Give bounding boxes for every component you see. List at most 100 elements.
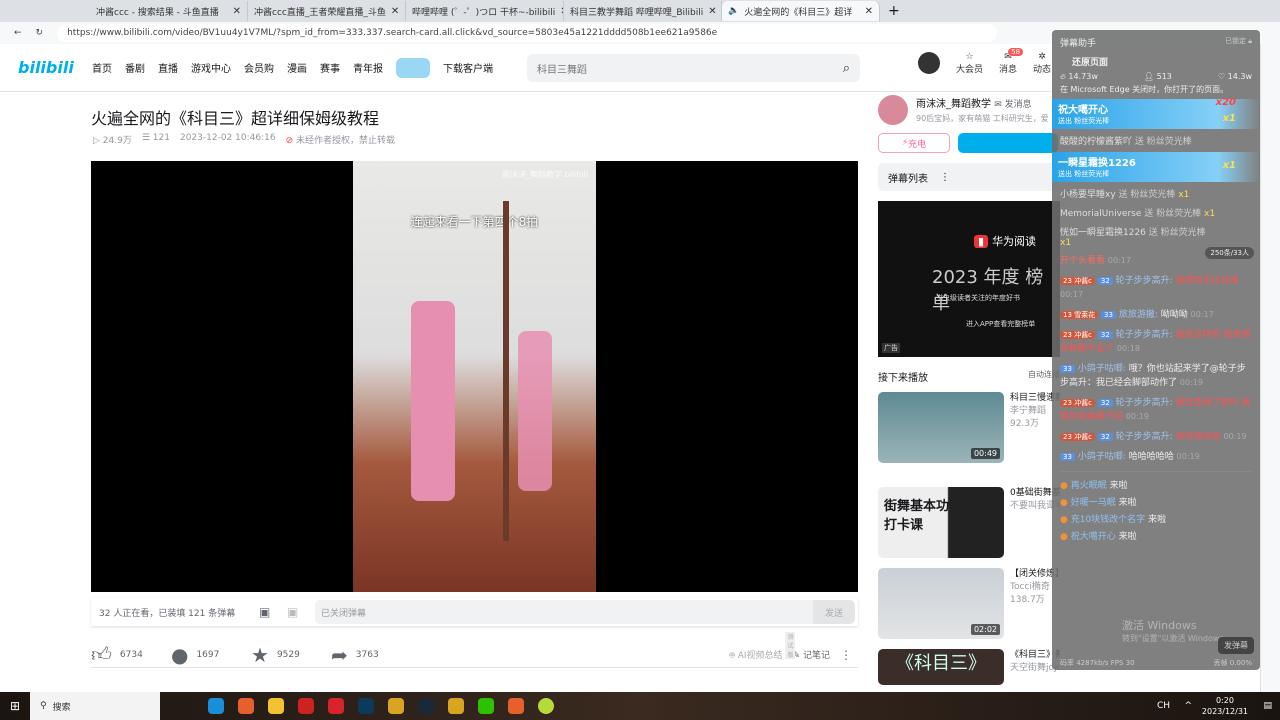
- nav-match[interactable]: 赛事: [320, 60, 340, 75]
- close-tab-icon[interactable]: ✕: [391, 6, 399, 17]
- back-icon[interactable]: ←: [14, 28, 22, 38]
- chat-text: 哈哈哈哈哈: [1128, 452, 1174, 462]
- video-player[interactable]: 雨沫沫_舞蹈教学 bilibili 连起来看一下第四个8拍: [91, 161, 858, 592]
- url-field[interactable]: https://www.bilibili.com/video/BV1uu4y1V…: [57, 24, 998, 42]
- chat-username: 小鸽子咕唧:: [1077, 452, 1126, 462]
- watermark: 雨沫沫_舞蹈教学 bilibili: [501, 170, 588, 179]
- charge-button[interactable]: ⚡ 充电: [878, 133, 950, 153]
- thumbs-up-icon: 👍︎: [91, 642, 112, 666]
- folder-icon[interactable]: [268, 698, 284, 714]
- refresh-icon[interactable]: ↻: [36, 28, 44, 38]
- nav-home[interactable]: 首页: [92, 60, 112, 75]
- chat-message: 33 小鸽子咕唧: 哈哈哈哈哈 00:19: [1052, 447, 1260, 467]
- user-level-badge: 23 冲酱c: [1060, 399, 1095, 407]
- windows-start-icon[interactable]: ⊞: [10, 699, 20, 713]
- taskbar-search[interactable]: ⚲ 搜索: [30, 692, 160, 720]
- more-icon[interactable]: ⋮: [940, 172, 950, 183]
- netease-music-icon[interactable]: [328, 698, 344, 714]
- ad-sub: 书虫级读者关注的年度好书: [936, 294, 1020, 302]
- bilibili-logo[interactable]: bilibili: [18, 58, 78, 77]
- nav-download[interactable]: 下载客户端: [443, 60, 493, 75]
- browser-tab[interactable]: 哔哩哔哩 (゜-゜)つロ 干杯~-bilibili✕: [406, 1, 564, 21]
- app-icon[interactable]: [508, 698, 524, 714]
- search-input[interactable]: 科目三舞蹈 ⌕: [527, 54, 860, 82]
- send-danmaku-button[interactable]: 发送: [813, 600, 855, 624]
- message-button[interactable]: ✉ 发消息: [994, 100, 1031, 110]
- share-button[interactable]: ➦ 3763: [331, 643, 401, 667]
- ime-indicator[interactable]: CH: [1157, 701, 1170, 711]
- chat-message: 23 冲酱c 32 轮子步步高升: 我在查询了资料 我感觉我像看不到 00:19: [1052, 393, 1260, 427]
- video-thumbnail[interactable]: 街舞基本功 打卡课: [878, 487, 1004, 558]
- app-icon[interactable]: [358, 698, 374, 714]
- chat-time: 00:19: [1125, 412, 1149, 421]
- video-frame: 雨沫沫_舞蹈教学 bilibili 连起来看一下第四个8拍: [353, 161, 596, 592]
- recommended-video[interactable]: 00:49科目三慢速教学，一遍就会，快学起来李宁舞蹈92.3万: [878, 392, 1060, 463]
- notes-button[interactable]: ✎ 记笔记: [793, 648, 830, 661]
- edge-app-icon[interactable]: [208, 698, 224, 714]
- notification-icon[interactable]: ▤: [1263, 701, 1272, 711]
- coin-button[interactable]: ● 1697: [171, 643, 241, 667]
- share-arrow-icon: ➦: [331, 642, 348, 667]
- publish-date: 2023-12-02 10:46:16: [179, 133, 276, 143]
- entry-icon: ●: [1060, 481, 1068, 491]
- chat-message: 33 小鸽子咕唧: 哦？你也站起来学了@轮子步步高升：我已经会脚部动作了 00:…: [1052, 359, 1260, 393]
- panel-title: 弹幕助手: [1060, 39, 1097, 49]
- entry-messages: ● 再火眠眠 来啦 ● 好暖一马眠 来啦 ● 充10块钱改个名字 来啦 ● 祝大噶开心…: [1052, 476, 1260, 544]
- danmaku-settings-icon[interactable]: ▣: [287, 605, 298, 619]
- ad-banner[interactable]: ▮ 华为阅读 2023 年度 榜单 书虫级读者关注的年度好书 进入APP查看完整榜…: [878, 201, 1060, 357]
- steam-icon[interactable]: [418, 698, 434, 714]
- messages-button[interactable]: ✉ 58 消息: [999, 48, 1024, 75]
- browser-tab[interactable]: 冲酱ccc - 搜索结果 - 斗鱼直播 ✕: [90, 1, 248, 21]
- app-icon[interactable]: [538, 698, 554, 714]
- recommended-video[interactable]: 02:02【闭关修炼】元气舞，给复工的各位加油~Tocci椭奇138.7万: [878, 568, 1060, 639]
- vip-button[interactable]: ☆ 大会员: [956, 52, 983, 75]
- view-count: ▷ 24.9万: [93, 136, 132, 146]
- wechat-icon[interactable]: [478, 698, 494, 714]
- nav-shop[interactable]: 会员购: [244, 60, 274, 75]
- close-tab-icon[interactable]: ✕: [233, 6, 241, 17]
- video-thumbnail[interactable]: 02:02: [878, 568, 1004, 639]
- nav-game[interactable]: 游戏中心: [191, 60, 231, 75]
- chat-time: 00:17: [1190, 310, 1214, 319]
- video-thumbnail[interactable]: 00:49: [878, 392, 1004, 463]
- new-tab-button[interactable]: +: [888, 3, 900, 19]
- event-banner[interactable]: [396, 57, 430, 78]
- app-icon[interactable]: [298, 698, 314, 714]
- tray-chevron-icon[interactable]: ^: [1184, 701, 1192, 711]
- browser-tab[interactable]: 冲酱ccc直播_王者荣耀直播_斗鱼 ✕: [248, 1, 406, 21]
- recommended-video[interactable]: 《科目三》《科目三》舞蹈分解天空街舞jojo: [878, 649, 1060, 685]
- clock[interactable]: 0:20 2023/12/31: [1202, 695, 1248, 717]
- danmaku-list-toggle[interactable]: 弹幕列表 ⋮: [878, 163, 1060, 191]
- app-icon[interactable]: [388, 698, 404, 714]
- app-icon[interactable]: [238, 698, 254, 714]
- lock-button[interactable]: 已锁定 🔒︎: [1225, 36, 1252, 49]
- app-icon[interactable]: [448, 698, 464, 714]
- ad-headline: 2023 年度 榜单: [932, 267, 1044, 314]
- danmaku-toggle-icon[interactable]: ▣: [259, 605, 270, 619]
- close-tab-icon[interactable]: ✕: [865, 6, 873, 17]
- search-icon[interactable]: ⌕: [843, 61, 850, 76]
- nav-youth[interactable]: 青年报: [353, 60, 383, 75]
- message-count: 250条/33人: [1205, 247, 1254, 259]
- chat-text: 呦呦呦: [1160, 310, 1188, 320]
- follow-button[interactable]: [958, 133, 1058, 153]
- ai-summary-button[interactable]: 测试版 🤖︎ AI视频总结: [729, 631, 796, 662]
- recommended-video[interactable]: 街舞基本功打卡课0基础街舞基本功打卡课不要叫我谭老师: [878, 487, 1060, 558]
- top-nav: 首页 番剧 直播 游戏中心 会员购 漫画 赛事 青年报 下载客户端: [92, 57, 493, 78]
- nav-anime[interactable]: 番剧: [125, 60, 145, 75]
- browser-tab-active[interactable]: 🔈 火遍全网的《科目三》超详 ✕: [722, 1, 880, 21]
- browser-tab[interactable]: 科目三教学舞蹈 哔哩哔哩_Bilibili ✕: [564, 1, 722, 21]
- uploader-avatar[interactable]: [878, 95, 908, 125]
- close-tab-icon[interactable]: ✕: [708, 6, 716, 17]
- dynamics-button[interactable]: ✲ 动态: [1033, 52, 1051, 75]
- avatar[interactable]: [918, 52, 940, 74]
- gift-banner: 祝大噶开心 送出 粉丝荧光棒 x20 x1: [1052, 97, 1260, 129]
- more-icon[interactable]: ⋮: [840, 648, 852, 662]
- nav-manga[interactable]: 漫画: [287, 60, 307, 75]
- danmaku-input[interactable]: 已关闭弹幕 发送: [315, 600, 855, 624]
- like-button[interactable]: 👍︎ 6734: [91, 642, 161, 667]
- send-danmaku-button[interactable]: 发弹幕: [1218, 637, 1254, 654]
- uploader-name[interactable]: 雨沫沫_舞蹈教学: [916, 99, 991, 110]
- favorite-button[interactable]: ★ 9529: [251, 643, 321, 667]
- nav-live[interactable]: 直播: [158, 60, 178, 75]
